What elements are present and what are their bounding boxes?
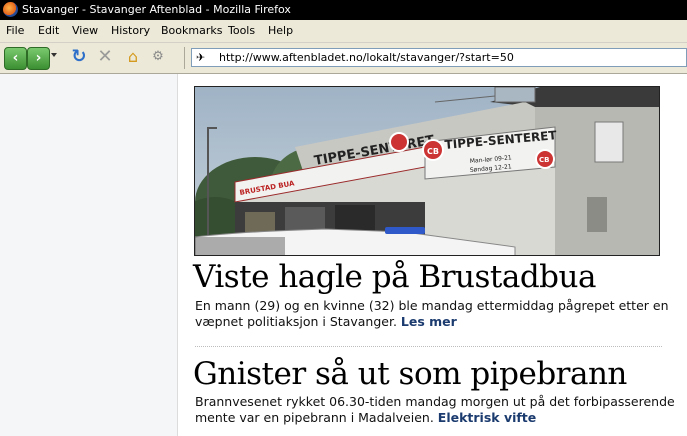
article-body-2: Brannvesenet rykket 06.30-tiden mandag m… xyxy=(195,394,675,425)
address-bar[interactable]: ✈ http://www.aftenbladet.no/lokalt/stava… xyxy=(191,48,687,67)
photo-illustration: TIPPE-SENTERET TIPPE-SENTERET BRUSTAD BU… xyxy=(195,87,659,255)
firefox-icon xyxy=(3,2,18,17)
menu-bar: File Edit View History Bookmarks Tools H… xyxy=(0,20,687,43)
related-link[interactable]: Elektrisk vifte xyxy=(438,410,536,425)
menu-tools[interactable]: Tools xyxy=(228,24,255,37)
home-icon[interactable]: ⌂ xyxy=(124,48,142,66)
page-content: TIPPE-SENTERET TIPPE-SENTERET BRUSTAD BU… xyxy=(0,74,687,436)
history-dropdown-icon[interactable] xyxy=(51,53,57,57)
menu-file[interactable]: File xyxy=(6,24,24,37)
menu-view[interactable]: View xyxy=(72,24,98,37)
site-favicon-icon: ✈ xyxy=(196,51,206,64)
article-headline-2[interactable]: Gnister så ut som pipebrann xyxy=(193,356,627,392)
left-column xyxy=(0,74,178,436)
menu-edit[interactable]: Edit xyxy=(38,24,59,37)
article-divider xyxy=(195,346,662,347)
back-button[interactable]: ‹ xyxy=(4,47,27,70)
read-more-link[interactable]: Les mer xyxy=(401,314,457,329)
navigation-toolbar: ‹ › ↻ ✕ ⌂ ⚙ ✈ http://www.aftenbladet.no/… xyxy=(0,43,687,74)
menu-bookmarks[interactable]: Bookmarks xyxy=(161,24,222,37)
sign-logo-2: CB xyxy=(539,156,549,164)
article-summary-2: Brannvesenet rykket 06.30-tiden mandag m… xyxy=(195,394,675,426)
title-bar: Stavanger - Stavanger Aftenblad - Mozill… xyxy=(0,0,687,20)
sign-logo-1: CB xyxy=(427,147,439,156)
article-photo[interactable]: TIPPE-SENTERET TIPPE-SENTERET BRUSTAD BU… xyxy=(194,86,660,256)
addon-icon[interactable]: ⚙ xyxy=(150,49,166,65)
forward-arrow-icon: › xyxy=(35,50,42,66)
reload-icon[interactable]: ↻ xyxy=(70,48,88,66)
address-url[interactable]: http://www.aftenbladet.no/lokalt/stavang… xyxy=(219,51,514,64)
stop-icon[interactable]: ✕ xyxy=(96,48,114,66)
article-headline-1[interactable]: Viste hagle på Brustadbua xyxy=(193,259,596,295)
back-arrow-icon: ‹ xyxy=(12,50,19,66)
forward-button[interactable]: › xyxy=(27,47,50,70)
window-title: Stavanger - Stavanger Aftenblad - Mozill… xyxy=(22,3,291,16)
menu-history[interactable]: History xyxy=(111,24,150,37)
article-summary-1: En mann (29) og en kvinne (32) ble manda… xyxy=(195,298,675,330)
toolbar-separator xyxy=(184,47,185,69)
menu-help[interactable]: Help xyxy=(268,24,293,37)
